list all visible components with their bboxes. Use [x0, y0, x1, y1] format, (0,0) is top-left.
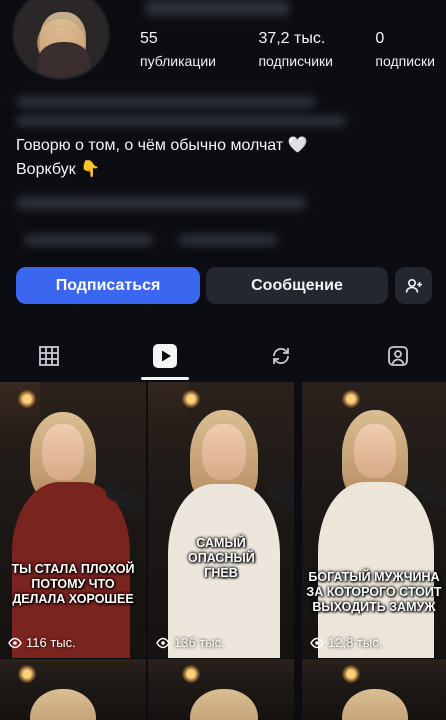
reel-views-count: 116 тыс. — [26, 635, 76, 650]
reel-thumbnail[interactable] — [148, 659, 294, 720]
blurred-bio-line — [16, 115, 346, 127]
reel-views: 136 тыс. — [156, 635, 225, 650]
active-tab-indicator — [141, 377, 189, 380]
stat-posts-label: публикации — [140, 53, 216, 69]
reel-views: 12,8 тыс. — [310, 635, 382, 650]
bio-line: Воркбук 👇 — [16, 161, 100, 178]
message-button[interactable]: Сообщение — [206, 267, 388, 304]
views-icon — [310, 637, 324, 648]
blurred-meta — [24, 234, 154, 246]
reel-views: 116 тыс. — [8, 635, 76, 650]
tab-grid[interactable] — [19, 330, 79, 382]
profile-bio: Говорю о том, о чём обычно молчат 🤍 Ворк… — [16, 134, 436, 182]
bio-line: Говорю о том, о чём обычно молчат 🤍 — [16, 137, 308, 154]
tab-tagged[interactable] — [368, 330, 428, 382]
profile-avatar[interactable] — [12, 0, 110, 80]
reel-thumbnail[interactable]: БОГАТЫЙ МУЖЧИНА ЗА КОТОРОГО СТОИТ ВЫХОДИ… — [302, 382, 446, 658]
profile-header: 55 публикации 37,2 тыс. подписчики 0 под… — [0, 0, 446, 92]
profile-actions: Подписаться Сообщение — [16, 267, 432, 305]
stat-posts-value: 55 — [140, 30, 158, 47]
blurred-bio-link — [16, 196, 306, 210]
reel-caption: БОГАТЫЙ МУЖЧИНА ЗА КОТОРОГО СТОИТ ВЫХОДИ… — [306, 570, 442, 614]
views-icon — [156, 637, 170, 648]
stat-followers-value: 37,2 тыс. — [258, 30, 326, 47]
blurred-meta — [178, 234, 278, 246]
reel-caption: САМЫЙ ОПАСНЫЙ ГНЕВ — [188, 536, 255, 580]
stat-following-value: 0 — [375, 30, 385, 47]
reel-thumbnail[interactable]: ТЫ СТАЛА ПЛОХОЙ ПОТОМУ ЧТО ДЕЛАЛА ХОРОШЕ… — [0, 382, 146, 658]
stat-followers[interactable]: 37,2 тыс. подписчики — [258, 29, 333, 69]
profile-tabs — [0, 330, 446, 382]
reels-icon — [153, 344, 177, 368]
stat-posts[interactable]: 55 публикации — [140, 29, 216, 69]
reel-views-count: 12,8 тыс. — [328, 635, 383, 650]
reposts-icon — [273, 348, 289, 364]
blurred-bio-line — [16, 96, 316, 108]
reel-views-count: 136 тыс. — [174, 635, 225, 650]
reel-caption: ТЫ СТАЛА ПЛОХОЙ ПОТОМУ ЧТО ДЕЛАЛА ХОРОШЕ… — [11, 562, 135, 606]
stat-following-label: подписки — [375, 53, 435, 69]
grid-icon — [39, 346, 59, 366]
reel-thumbnail[interactable] — [0, 659, 146, 720]
profile-stats: 55 публикации 37,2 тыс. подписчики 0 под… — [140, 29, 435, 69]
reel-thumbnail[interactable]: САМЫЙ ОПАСНЫЙ ГНЕВ 136 тыс. — [148, 382, 294, 658]
stat-followers-label: подписчики — [258, 53, 333, 69]
reels-grid: ТЫ СТАЛА ПЛОХОЙ ПОТОМУ ЧТО ДЕЛАЛА ХОРОШЕ… — [0, 382, 446, 720]
views-icon — [8, 637, 22, 648]
subscribe-button[interactable]: Подписаться — [16, 267, 200, 304]
stat-following[interactable]: 0 подписки — [375, 29, 435, 69]
add-person-button[interactable] — [395, 267, 432, 304]
tab-reels[interactable] — [135, 330, 195, 382]
tagged-icon — [388, 346, 408, 366]
blurred-username — [145, 0, 290, 16]
add-person-icon — [405, 278, 422, 293]
reel-thumbnail[interactable] — [302, 659, 446, 720]
tab-reposts[interactable] — [251, 330, 311, 382]
